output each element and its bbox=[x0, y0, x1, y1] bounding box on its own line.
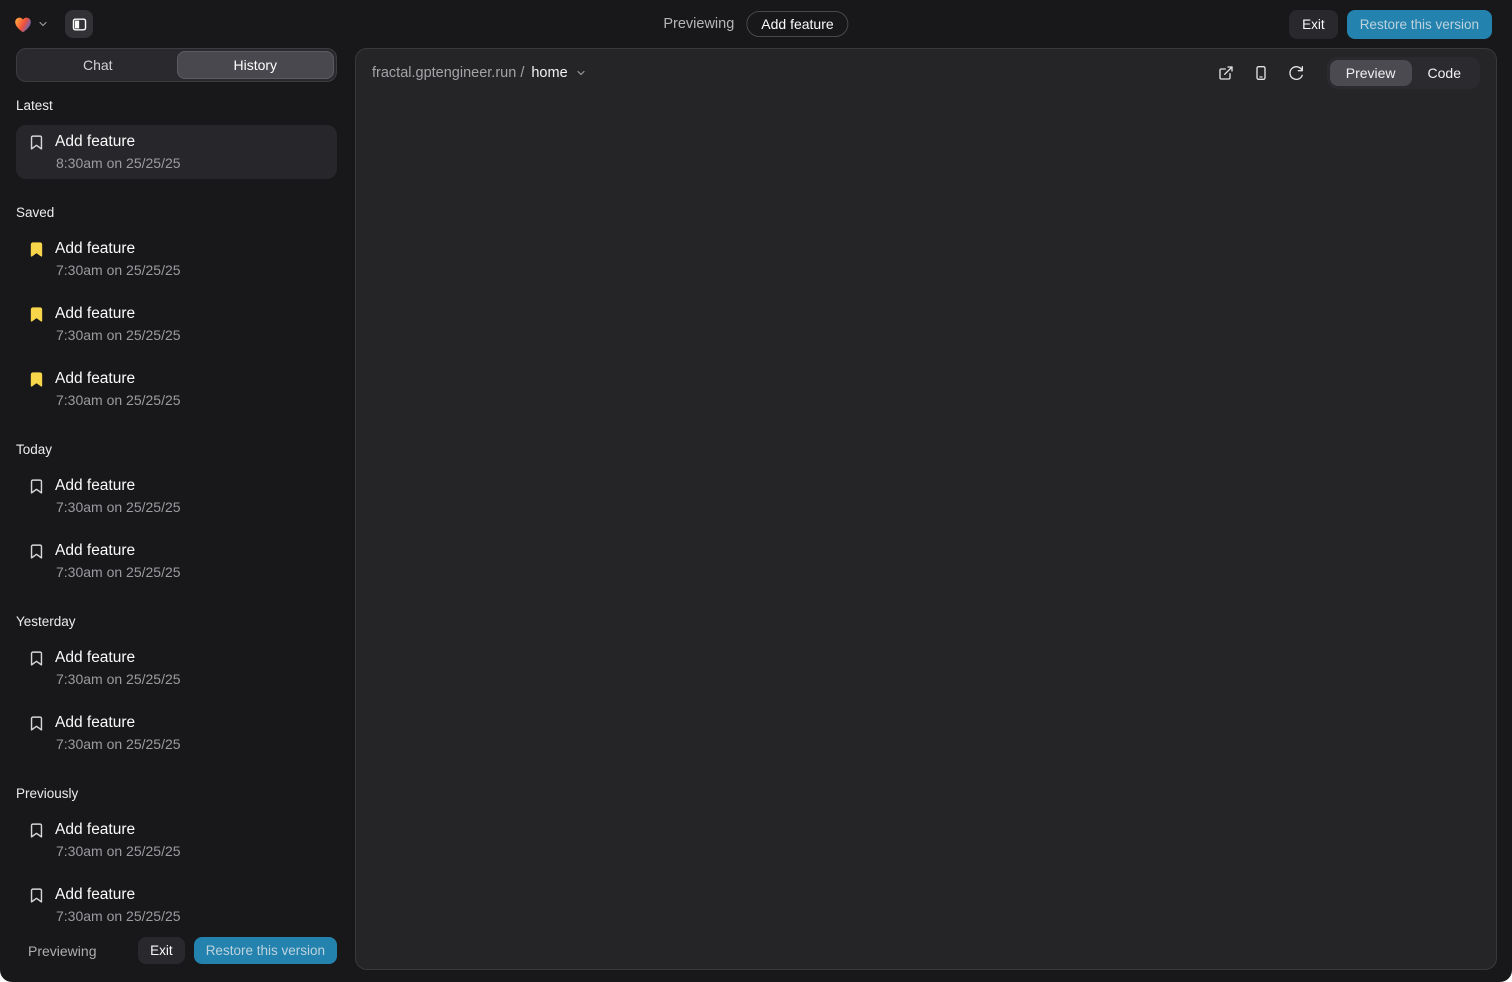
history-item-title: Add feature bbox=[55, 305, 135, 323]
bookmark-outline-icon bbox=[28, 715, 45, 732]
history-item[interactable]: Add feature 7:30am on 25/25/25 bbox=[16, 878, 337, 929]
history-item-time: 7:30am on 25/25/25 bbox=[56, 392, 325, 408]
history-item[interactable]: Add feature 7:30am on 25/25/25 bbox=[16, 641, 337, 695]
version-badge[interactable]: Add feature bbox=[746, 11, 848, 37]
preview-url-page: home bbox=[531, 65, 567, 81]
history-item[interactable]: Add feature 7:30am on 25/25/25 bbox=[16, 469, 337, 523]
workspace-menu[interactable] bbox=[12, 13, 49, 35]
history-item[interactable]: Add feature 8:30am on 25/25/25 bbox=[16, 125, 337, 179]
footer-restore-button[interactable]: Restore this version bbox=[194, 937, 337, 964]
external-link-icon bbox=[1218, 65, 1234, 81]
history-item-title: Add feature bbox=[55, 821, 135, 839]
chevron-down-icon bbox=[37, 18, 49, 30]
history-item-time: 7:30am on 25/25/25 bbox=[56, 564, 325, 580]
sidebar-footer: Previewing Exit Restore this version bbox=[16, 929, 337, 970]
history-sidebar: ChatHistory Latest Add feature 8:30am on 2… bbox=[16, 48, 337, 970]
history-item-title: Add feature bbox=[55, 886, 135, 904]
section-header-previously: Previously bbox=[16, 786, 337, 801]
history-item-time: 7:30am on 25/25/25 bbox=[56, 671, 325, 687]
history-item-time: 8:30am on 25/25/25 bbox=[56, 155, 325, 171]
top-header: Previewing Add feature Exit Restore this… bbox=[0, 0, 1512, 48]
history-item-time: 7:30am on 25/25/25 bbox=[56, 843, 325, 859]
history-item[interactable]: Add feature 7:30am on 25/25/25 bbox=[16, 232, 337, 286]
view-tab-code[interactable]: Code bbox=[1412, 60, 1477, 86]
history-item-title: Add feature bbox=[55, 240, 135, 258]
exit-button[interactable]: Exit bbox=[1289, 10, 1338, 39]
previewing-status-label: Previewing bbox=[663, 16, 734, 32]
bookmark-outline-icon bbox=[28, 887, 45, 904]
history-item[interactable]: Add feature 7:30am on 25/25/25 bbox=[16, 362, 337, 416]
history-item-title: Add feature bbox=[55, 542, 135, 560]
history-item-time: 7:30am on 25/25/25 bbox=[56, 736, 325, 752]
section-header-saved: Saved bbox=[16, 205, 337, 220]
history-item-title: Add feature bbox=[55, 714, 135, 732]
history-item[interactable]: Add feature 7:30am on 25/25/25 bbox=[16, 297, 337, 351]
section-header-today: Today bbox=[16, 442, 337, 457]
app-window: Previewing Add feature Exit Restore this… bbox=[0, 0, 1512, 982]
bookmark-filled-icon bbox=[28, 241, 45, 258]
preview-viewport[interactable] bbox=[356, 97, 1496, 969]
history-item-title: Add feature bbox=[55, 370, 135, 388]
footer-previewing-label: Previewing bbox=[28, 943, 96, 959]
refresh-button[interactable] bbox=[1282, 59, 1310, 87]
preview-panel: fractal.gptengineer.run / home bbox=[355, 48, 1497, 970]
bookmark-outline-icon bbox=[28, 478, 45, 495]
history-item-time: 7:30am on 25/25/25 bbox=[56, 499, 325, 515]
view-mode-tabs: PreviewCode bbox=[1327, 57, 1480, 89]
history-item-time: 7:30am on 25/25/25 bbox=[56, 908, 325, 924]
preview-url-domain: fractal.gptengineer.run / bbox=[372, 65, 524, 81]
history-item-title: Add feature bbox=[55, 133, 135, 151]
history-item[interactable]: Add feature 7:30am on 25/25/25 bbox=[16, 534, 337, 588]
lovable-heart-icon bbox=[12, 13, 34, 35]
bookmark-outline-icon bbox=[28, 650, 45, 667]
preview-url-selector[interactable]: fractal.gptengineer.run / home bbox=[372, 65, 587, 81]
open-in-new-tab-button[interactable] bbox=[1212, 59, 1240, 87]
history-item-time: 7:30am on 25/25/25 bbox=[56, 262, 325, 278]
mobile-view-button[interactable] bbox=[1247, 59, 1275, 87]
restore-version-button[interactable]: Restore this version bbox=[1347, 10, 1492, 39]
history-list: Latest Add feature 8:30am on 25/25/25 Saved… bbox=[16, 82, 337, 929]
tab-history[interactable]: History bbox=[177, 51, 335, 79]
footer-exit-button[interactable]: Exit bbox=[138, 937, 185, 964]
bookmark-outline-icon bbox=[28, 822, 45, 839]
section-header-latest: Latest bbox=[16, 98, 337, 113]
sidebar-tabs: ChatHistory bbox=[16, 48, 337, 82]
toggle-sidebar-button[interactable] bbox=[65, 10, 93, 38]
history-item[interactable]: Add feature 7:30am on 25/25/25 bbox=[16, 813, 337, 867]
bookmark-filled-icon bbox=[28, 371, 45, 388]
view-tab-preview[interactable]: Preview bbox=[1330, 60, 1412, 86]
bookmark-outline-icon bbox=[28, 134, 45, 151]
history-item-title: Add feature bbox=[55, 649, 135, 667]
bookmark-filled-icon bbox=[28, 306, 45, 323]
preview-header: fractal.gptengineer.run / home bbox=[356, 49, 1496, 97]
tab-chat[interactable]: Chat bbox=[19, 51, 177, 79]
chevron-down-icon bbox=[575, 67, 587, 79]
refresh-icon bbox=[1288, 65, 1304, 81]
bookmark-outline-icon bbox=[28, 543, 45, 560]
sidebar-panel-icon bbox=[71, 16, 88, 33]
history-item[interactable]: Add feature 7:30am on 25/25/25 bbox=[16, 706, 337, 760]
history-item-time: 7:30am on 25/25/25 bbox=[56, 327, 325, 343]
history-item-title: Add feature bbox=[55, 477, 135, 495]
section-header-yesterday: Yesterday bbox=[16, 614, 337, 629]
mobile-device-icon bbox=[1253, 65, 1269, 81]
